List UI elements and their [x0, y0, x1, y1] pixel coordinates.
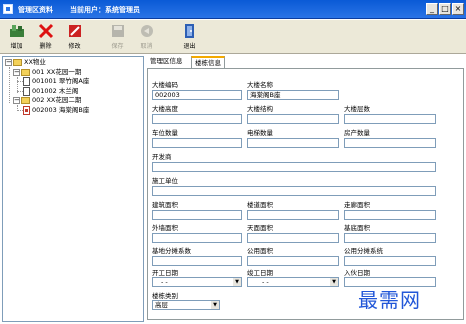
base-share-coef-label: 基地分摊系数 [152, 247, 191, 255]
building-height-label: 大楼高度 [152, 105, 178, 113]
cancel-button[interactable]: 取消 [132, 20, 161, 54]
building-structure-field[interactable] [247, 114, 339, 124]
roof-area-field[interactable] [247, 233, 339, 243]
current-user-label: 当前用户：系统管理员 [70, 6, 140, 14]
edit-icon [67, 23, 83, 39]
building-area-label: 建筑面积 [152, 201, 178, 209]
dropdown-arrow-icon[interactable]: ▼ [233, 278, 241, 286]
room-count-label: 房产数量 [344, 129, 370, 137]
developer-field[interactable] [152, 162, 436, 172]
exit-button[interactable]: 退出 [175, 20, 204, 54]
completion-date-picker[interactable]: - - ▼ [247, 277, 339, 287]
basement-area-label: 基底面积 [344, 224, 370, 232]
save-button[interactable]: 保存 [103, 20, 132, 54]
elevator-count-label: 电梯数量 [247, 129, 273, 137]
room-count-field[interactable] [344, 138, 436, 148]
exit-icon [182, 23, 198, 39]
basement-area-field[interactable] [344, 233, 436, 243]
building-height-field[interactable] [152, 114, 242, 124]
building-type-select[interactable]: 高层 ▼ [152, 300, 220, 310]
tab-strip: 管理区信息 楼栋信息 [147, 56, 464, 68]
folder-icon [21, 69, 30, 76]
base-share-coef-field[interactable] [152, 256, 242, 266]
app-icon [3, 4, 13, 14]
collapse-icon[interactable]: − [13, 97, 20, 104]
add-icon [9, 23, 25, 39]
building-floors-label: 大楼层数 [344, 105, 370, 113]
completion-date-label: 竣工日期 [247, 269, 273, 277]
tree-root[interactable]: − XX物业 [5, 58, 46, 67]
building-info-panel: 大楼编码 002003 大楼名称 海棠阁B座 大楼高度 大楼结构 大楼层数 车位… [147, 68, 464, 320]
building-name-label: 大楼名称 [247, 81, 273, 89]
parking-count-field[interactable] [152, 138, 242, 148]
building-name-field[interactable]: 海棠阁B座 [247, 90, 339, 100]
public-area-field[interactable] [247, 256, 339, 266]
building-code-field[interactable]: 002003 [152, 90, 242, 100]
elevator-count-field[interactable] [247, 138, 339, 148]
start-date-label: 开工日期 [152, 269, 178, 277]
folder-icon [13, 59, 22, 66]
tree-item[interactable]: 001002 木兰阁 [23, 87, 78, 96]
cancel-icon [139, 23, 155, 39]
edit-button[interactable]: 修改 [60, 20, 89, 54]
corridor-area-field[interactable] [344, 210, 436, 220]
building-floors-field[interactable] [344, 114, 436, 124]
building-code-label: 大楼编码 [152, 81, 178, 89]
tree-group-2[interactable]: − 002 XX花园二期 [13, 96, 81, 105]
stair-area-field[interactable] [247, 210, 339, 220]
stair-area-label: 楼道面积 [247, 201, 273, 209]
toolbar: 增加 删除 修改 保存 取消 退出 [0, 20, 466, 54]
save-icon [110, 23, 126, 39]
construction-unit-label: 施工单位 [152, 177, 178, 185]
building-type-label: 楼栋类别 [152, 292, 178, 300]
maximize-button[interactable]: □ [439, 3, 451, 15]
title-bar: 管理区资料 当前用户：系统管理员 _ □ × [0, 0, 466, 19]
tree-item[interactable]: 001001 翠竹阁A座 [23, 77, 89, 86]
minimize-button[interactable]: _ [426, 3, 438, 15]
public-share-coef-field[interactable] [344, 256, 436, 266]
delete-icon [38, 23, 54, 39]
property-tree[interactable]: − XX物业 − 001 XX花园一期 001001 翠竹阁A座 001002 … [2, 56, 144, 322]
add-button[interactable]: 增加 [2, 20, 31, 54]
document-icon [23, 87, 30, 96]
delete-button[interactable]: 删除 [31, 20, 60, 54]
dropdown-arrow-icon[interactable]: ▼ [330, 278, 338, 286]
roof-area-label: 天面面积 [247, 224, 273, 232]
wall-area-label: 外墙面积 [152, 224, 178, 232]
construction-unit-field[interactable] [152, 186, 436, 196]
corridor-area-label: 走廊面积 [344, 201, 370, 209]
parking-count-label: 车位数量 [152, 129, 178, 137]
building-structure-label: 大楼结构 [247, 105, 273, 113]
tab-management-area-info[interactable]: 管理区信息 [147, 56, 186, 68]
developer-label: 开发商 [152, 153, 172, 161]
document-selected-icon [23, 106, 30, 115]
public-area-label: 公用面积 [247, 247, 273, 255]
watermark: 最需网 [358, 288, 421, 312]
window-title: 管理区资料 [18, 6, 53, 14]
collapse-icon[interactable]: − [13, 69, 20, 76]
tree-group-1[interactable]: − 001 XX花园一期 [13, 68, 81, 77]
folder-icon [21, 97, 30, 104]
tree-item-selected[interactable]: 002003 海棠阁B座 [23, 106, 89, 115]
wall-area-field[interactable] [152, 233, 242, 243]
tab-building-info[interactable]: 楼栋信息 [191, 56, 225, 68]
move-in-date-label: 入伙日期 [344, 269, 370, 277]
collapse-icon[interactable]: − [5, 59, 12, 66]
public-share-coef-label: 公用分摊系统 [344, 247, 383, 255]
dropdown-arrow-icon[interactable]: ▼ [211, 301, 219, 309]
close-button[interactable]: × [452, 3, 464, 15]
document-icon [23, 77, 30, 86]
start-date-picker[interactable]: - - ▼ [152, 277, 242, 287]
building-area-field[interactable] [152, 210, 242, 220]
